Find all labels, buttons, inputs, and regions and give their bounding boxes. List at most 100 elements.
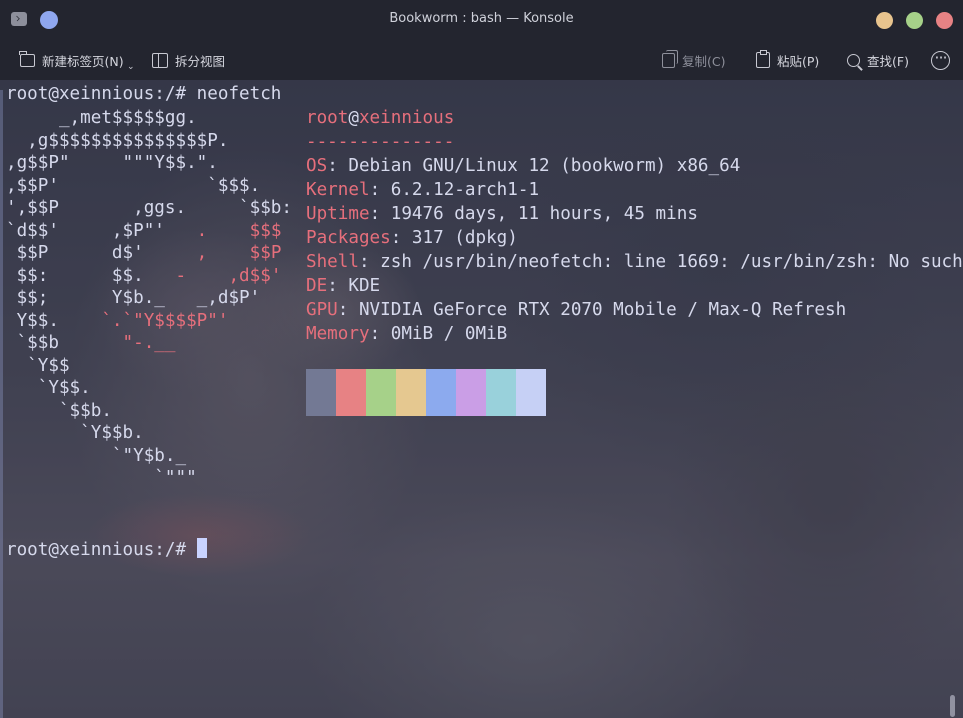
ascii-logo-accent: , $$P	[196, 243, 282, 263]
ascii-logo-line: ,g$$$$$$$$$$$$$$$P.	[6, 129, 228, 153]
ascii-logo-line: $$: $$. - ,d$$'	[6, 264, 282, 288]
ascii-logo-line: $$; Y$b._ _,d$P'	[6, 286, 261, 310]
maximize-button[interactable]	[906, 12, 923, 29]
ascii-logo-text: $$: $$.	[6, 265, 176, 286]
window-title: Bookworm : bash — Konsole	[389, 11, 574, 26]
ascii-logo-line: `Y$$b.	[6, 421, 144, 445]
toolbar: 新建标签页(N) 拆分视图 复制(C) 粘贴(P) 查找(F)	[0, 40, 963, 80]
konsole-window: Bookworm : bash — Konsole 新建标签页(N) 拆分视图 …	[0, 0, 963, 718]
command-line: root@xeinnious:/# neofetch	[6, 84, 282, 104]
color-swatch	[516, 369, 546, 416]
info-label: Kernel	[306, 180, 370, 200]
info-value: : 6.2.12-arch1-1	[369, 180, 540, 200]
copy-label: 复制(C)	[682, 53, 726, 69]
ascii-logo-text: `Y$$b.	[6, 423, 144, 443]
prompt-line[interactable]: root@xeinnious:/#	[6, 538, 207, 562]
color-swatch	[306, 369, 336, 416]
color-swatch	[336, 369, 366, 416]
info-row: GPU: NVIDIA GeForce RTX 2070 Mobile / Ma…	[306, 298, 846, 322]
ascii-logo-text: `"""	[6, 468, 197, 488]
ascii-logo-line: `Y$$.	[6, 376, 91, 400]
ascii-logo-accent: "-.__	[122, 333, 176, 353]
more-menu-button[interactable]	[931, 48, 950, 70]
new-tab-icon	[19, 50, 35, 67]
split-view-icon	[152, 52, 168, 68]
ascii-logo-text: $$P d$'	[6, 243, 197, 263]
ascii-logo-text: `"Y$b._	[6, 445, 187, 466]
more-options-icon	[931, 48, 950, 70]
host-name: xeinnious	[358, 108, 455, 128]
color-swatch	[426, 369, 456, 416]
ascii-logo-accent: `.`"Y$$$$P"'	[101, 310, 229, 331]
ascii-logo-accent: - ,d$$'	[175, 265, 282, 286]
color-swatch	[366, 369, 396, 416]
copy-icon	[662, 49, 678, 68]
close-button[interactable]	[936, 12, 953, 29]
info-value: : Debian GNU/Linux 12 (bookworm) x86_64	[327, 156, 741, 176]
ascii-logo-text: Y$$.	[6, 310, 102, 331]
info-row: OS: Debian GNU/Linux 12 (bookworm) x86_6…	[306, 154, 740, 178]
paste-button[interactable]: 粘贴(P)	[756, 50, 819, 70]
info-row: Packages: 317 (dpkg)	[306, 226, 518, 250]
info-row: Kernel: 6.2.12-arch1-1	[306, 178, 539, 202]
ascii-logo-text: ,$$P' `$$$.	[6, 175, 261, 196]
search-icon	[847, 53, 860, 67]
ascii-logo-line: Y$$. `.`"Y$$$$P"'	[6, 309, 229, 333]
ascii-logo-line: ,g$$P" """Y$$.".	[6, 151, 218, 175]
copy-button[interactable]: 复制(C)	[662, 49, 726, 70]
find-label: 查找(F)	[867, 53, 909, 69]
title-bar: Bookworm : bash — Konsole	[0, 0, 963, 40]
info-value: : KDE	[327, 276, 381, 296]
info-label: GPU	[306, 300, 338, 320]
ascii-logo-text: _,met$$$$$gg.	[6, 108, 197, 128]
text-cursor	[196, 538, 207, 558]
chevron-down-icon[interactable]: ⌄	[127, 62, 135, 72]
ascii-logo-line: ',$$P ,ggs. `$$b:	[6, 196, 292, 220]
user-host-line: root@xeinnious	[306, 106, 454, 130]
paste-label: 粘贴(P)	[777, 53, 820, 69]
scrollbar-thumb[interactable]	[950, 695, 955, 717]
separator-line: --------------	[306, 132, 455, 152]
paste-icon	[756, 50, 770, 68]
color-swatch	[396, 369, 426, 416]
ascii-logo-text: ,g$$P" """Y$$.".	[6, 153, 218, 173]
ascii-logo-line: `Y$$	[6, 354, 70, 378]
info-label: Uptime	[306, 204, 370, 224]
ascii-logo-line: `d$$' ,$P"' . $$$	[6, 219, 281, 243]
ascii-logo-line: `$$b "-.__	[6, 331, 176, 355]
ascii-logo-text: `Y$$	[6, 355, 70, 376]
ascii-logo-text: ',$$P ,ggs. `$$b:	[6, 198, 292, 218]
minimize-button[interactable]	[876, 12, 893, 29]
info-label: Packages	[306, 228, 391, 248]
info-row: Shell: zsh /usr/bin/neofetch: line 1669:…	[306, 250, 963, 274]
info-value: : 317 (dpkg)	[390, 228, 518, 248]
ascii-logo-text: `$$b	[6, 333, 123, 353]
info-value: : 19476 days, 11 hours, 45 mins	[369, 204, 698, 224]
prompt-text: root@xeinnious:/#	[6, 540, 197, 560]
new-tab-button[interactable]: 新建标签页(N)	[19, 50, 124, 70]
terminal-view[interactable]: root@xeinnious:/# neofetch _,met$$$$$gg.…	[0, 80, 963, 718]
info-value: : zsh /usr/bin/neofetch: line 1669: /usr…	[358, 252, 963, 272]
info-label: Memory	[306, 324, 370, 344]
color-palette	[306, 369, 546, 416]
find-button[interactable]: 查找(F)	[847, 50, 909, 70]
info-row: Uptime: 19476 days, 11 hours, 45 mins	[306, 202, 698, 226]
color-swatch	[456, 369, 486, 416]
ascii-logo-line: `"""	[6, 466, 197, 490]
info-value: : 0MiB / 0MiB	[369, 324, 508, 344]
ascii-logo-text: `d$$' ,$P"'	[6, 220, 197, 241]
at-sign: @	[348, 108, 359, 128]
info-value: : NVIDIA GeForce RTX 2070 Mobile / Max-Q…	[337, 300, 847, 320]
info-label: OS	[306, 156, 328, 176]
ascii-logo-line: $$P d$' , $$P	[6, 241, 282, 265]
info-label: DE	[306, 276, 328, 296]
split-view-label: 拆分视图	[175, 53, 226, 69]
info-row: Memory: 0MiB / 0MiB	[306, 322, 507, 346]
ascii-logo-line: `$$b.	[6, 399, 112, 423]
ascii-logo-text: ,g$$$$$$$$$$$$$$$P.	[6, 130, 229, 151]
ascii-logo-text: $$; Y$b._ _,d$P'	[6, 288, 261, 308]
split-view-button[interactable]: 拆分视图	[152, 50, 225, 70]
color-swatch	[486, 369, 516, 416]
user-name: root	[306, 108, 349, 128]
ascii-logo-accent: . $$$	[196, 220, 282, 241]
